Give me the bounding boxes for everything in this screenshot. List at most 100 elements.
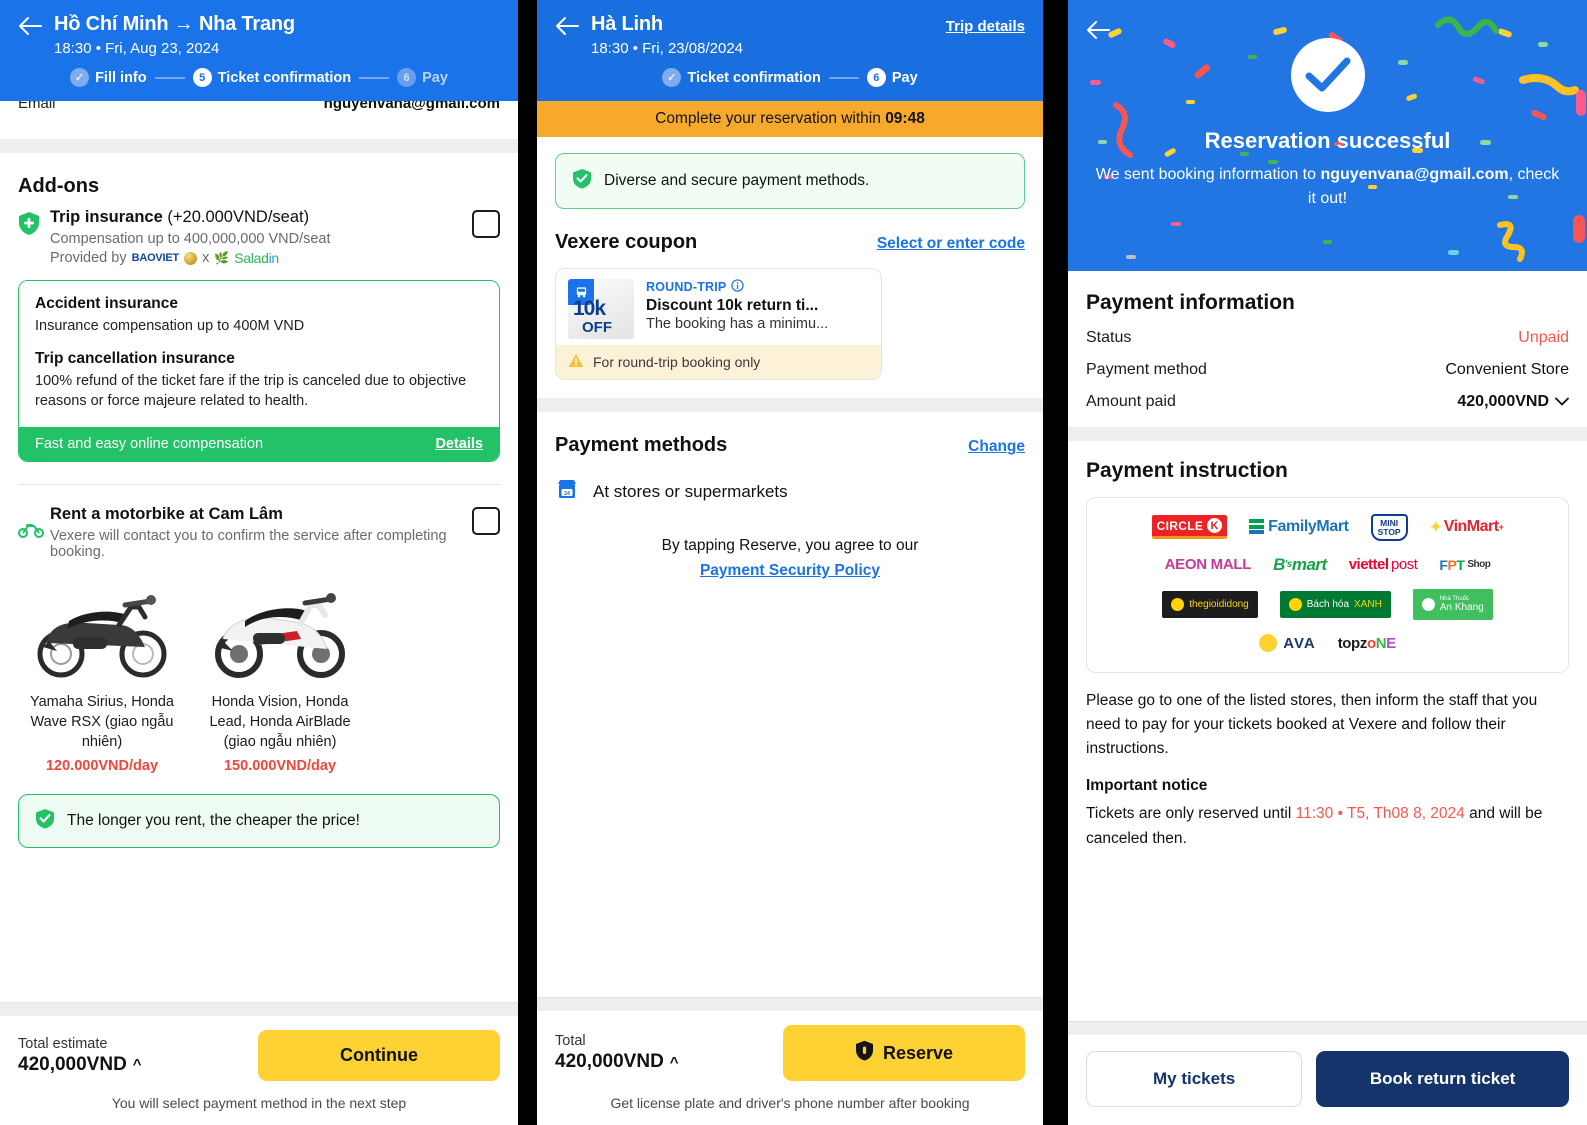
step-pay[interactable]: 6 Pay bbox=[397, 68, 448, 87]
addon-motorbike-rental[interactable]: Rent a motorbike at Cam Lâm Vexere will … bbox=[0, 505, 518, 560]
secure-payment-banner: Diverse and secure payment methods. bbox=[555, 153, 1025, 209]
addon-trip-insurance[interactable]: Trip insurance (+20.000VND/seat) Compens… bbox=[0, 208, 518, 266]
motorbike-option[interactable]: Yamaha Sirius, Honda Wave RSX (giao ngẫu… bbox=[18, 576, 186, 774]
motorbike-option[interactable]: Honda Vision, Honda Lead, Honda AirBlade… bbox=[196, 576, 364, 774]
my-tickets-button[interactable]: My tickets bbox=[1086, 1051, 1303, 1107]
back-button[interactable] bbox=[555, 12, 591, 36]
success-title: Reservation successful bbox=[1204, 128, 1451, 153]
step-3-label: Pay bbox=[422, 69, 448, 86]
selected-payment-method[interactable]: 24 At stores or supermarkets bbox=[537, 457, 1043, 506]
change-payment-method-link[interactable]: Change bbox=[968, 438, 1025, 456]
panel-reservation-success: Reservation successful We sent booking i… bbox=[1068, 0, 1587, 1125]
info-icon[interactable] bbox=[731, 279, 745, 295]
coupon-tag-text: ROUND-TRIP bbox=[646, 280, 727, 294]
back-button[interactable] bbox=[18, 12, 54, 36]
stepper-divider bbox=[154, 76, 185, 79]
coupon-description: The booking has a minimu... bbox=[646, 316, 829, 332]
bachhoaxanh-logo: Bách hóa XANH bbox=[1279, 591, 1391, 619]
notice-deadline: 11:30 • T5, Th08 8, 2024 bbox=[1295, 805, 1465, 823]
topzone-logo: topz o N E bbox=[1337, 634, 1396, 652]
check-shield-icon bbox=[572, 168, 592, 194]
step-3-badge: 6 bbox=[397, 68, 417, 87]
trip-details-link[interactable]: Trip details bbox=[946, 12, 1025, 35]
accident-insurance-text: Insurance compensation up to 400M VND bbox=[35, 318, 305, 334]
total-label: Total bbox=[555, 1033, 586, 1049]
amount-paid-row[interactable]: Amount paid 420,000VND bbox=[1086, 393, 1569, 411]
thegioididong-label: thegioididong bbox=[1189, 599, 1249, 611]
warning-icon bbox=[568, 353, 584, 371]
panel3-body: Payment information Status Unpaid Paymen… bbox=[1068, 271, 1587, 1021]
payment-method-label: Payment method bbox=[1086, 361, 1207, 378]
chevron-down-icon[interactable] bbox=[1555, 393, 1569, 411]
total-estimate-block[interactable]: Total estimate 420,000VND ^ bbox=[18, 1036, 246, 1076]
important-notice-text: Tickets are only reserved until 11:30 • … bbox=[1086, 802, 1569, 850]
payment-method-row: Payment method Convenient Store bbox=[1086, 361, 1569, 379]
insurance-footer-text: Fast and easy online compensation bbox=[35, 436, 264, 452]
provided-by-label: Provided by bbox=[50, 250, 127, 266]
bottom-divider bbox=[537, 998, 1043, 1011]
panel-ticket-confirmation: Hồ Chí Minh → Nha Trang 18:30 • Fri, Aug… bbox=[0, 0, 518, 1125]
select-enter-code-link[interactable]: Select or enter code bbox=[877, 235, 1025, 253]
addon-divider bbox=[18, 484, 500, 485]
panel1-body: Email nguyenvana@gmail.com Add-ons Trip … bbox=[0, 101, 518, 1002]
payment-status-row: Status Unpaid bbox=[1086, 329, 1569, 347]
stepper-divider bbox=[828, 76, 859, 79]
fpt-shop-logo: F P T Shop bbox=[1439, 556, 1491, 573]
step-ticket-confirmation[interactable]: 5 Ticket confirmation bbox=[192, 68, 352, 87]
three-panel-screenshot: Hồ Chí Minh → Nha Trang 18:30 • Fri, Aug… bbox=[0, 0, 1587, 1125]
coupon-tag: ROUND-TRIP bbox=[646, 279, 869, 295]
bottom-divider bbox=[0, 1003, 518, 1016]
status-label: Status bbox=[1086, 329, 1132, 346]
operator-name: Hà Linh bbox=[591, 13, 663, 35]
step-2-badge: 5 bbox=[192, 68, 212, 87]
saladin-logo: Saladin bbox=[234, 250, 279, 266]
ava-logo: AVA bbox=[1259, 634, 1315, 653]
coupon-card[interactable]: 10k OFF ROUND-TRIP Discount 10k return t… bbox=[555, 268, 882, 380]
stepper: ✓ Ticket confirmation 6 Pay bbox=[555, 68, 1025, 87]
chevron-up-icon[interactable]: ^ bbox=[670, 1054, 679, 1071]
cancellation-insurance-text: 100% refund of the ticket fare if the tr… bbox=[35, 373, 467, 409]
panel3-bottom-bar: My tickets Book return ticket bbox=[1068, 1021, 1587, 1125]
addons-heading: Add-ons bbox=[0, 153, 518, 208]
step-fill-info[interactable]: ✓ Fill info bbox=[70, 68, 147, 87]
total-estimate-value-row[interactable]: 420,000VND ^ bbox=[18, 1054, 246, 1076]
trip-insurance-name: Trip insurance bbox=[50, 208, 163, 226]
trip-insurance-title: Trip insurance (+20.000VND/seat) bbox=[50, 208, 462, 227]
coupon-thumbnail: 10k OFF bbox=[568, 279, 634, 339]
back-button[interactable] bbox=[1086, 20, 1110, 45]
reserve-button[interactable]: Reserve bbox=[783, 1025, 1025, 1081]
trip-insurance-checkbox[interactable] bbox=[472, 210, 500, 238]
shield-icon bbox=[18, 208, 50, 241]
step-pay[interactable]: 6 Pay bbox=[866, 68, 918, 87]
total-value-row[interactable]: 420,000VND ^ bbox=[555, 1051, 771, 1073]
payment-information-section: Payment information Status Unpaid Paymen… bbox=[1068, 271, 1587, 427]
bsmart-logo: B's mart bbox=[1273, 554, 1327, 574]
panel-gap-1 bbox=[518, 0, 537, 1125]
rent-price-note: The longer you rent, the cheaper the pri… bbox=[18, 794, 500, 848]
familymart-logo: FamilyMart bbox=[1249, 518, 1349, 536]
section-divider bbox=[0, 139, 518, 153]
svg-text:24: 24 bbox=[564, 491, 570, 497]
payment-security-policy-link[interactable]: Payment Security Policy bbox=[577, 559, 1003, 584]
motorbike-option-name: Honda Vision, Honda Lead, Honda AirBlade… bbox=[209, 694, 351, 750]
step-2-label: Ticket confirmation bbox=[217, 69, 352, 86]
amount-paid-value-group[interactable]: 420,000VND bbox=[1457, 393, 1569, 411]
panel-payment: Hà Linh 18:30 • Fri, 23/08/2024 Trip det… bbox=[537, 0, 1043, 1125]
motorbike-icon bbox=[18, 505, 50, 543]
continue-hint: You will select payment method in the ne… bbox=[111, 1095, 407, 1111]
motorbike-photo-2 bbox=[196, 576, 364, 686]
total-block[interactable]: Total 420,000VND ^ bbox=[555, 1033, 771, 1073]
rent-price-note-text: The longer you rent, the cheaper the pri… bbox=[67, 812, 360, 829]
coupon-section-header: Vexere coupon Select or enter code bbox=[537, 209, 1043, 254]
step-ticket-confirmation[interactable]: ✓ Ticket confirmation bbox=[662, 68, 821, 87]
panel1-header: Hồ Chí Minh → Nha Trang 18:30 • Fri, Aug… bbox=[0, 0, 518, 101]
payment-information-title: Payment information bbox=[1086, 291, 1295, 314]
motorbike-checkbox[interactable] bbox=[472, 507, 500, 535]
motorbike-photo-1 bbox=[18, 576, 186, 686]
continue-button[interactable]: Continue bbox=[258, 1030, 500, 1081]
insurance-details-link[interactable]: Details bbox=[435, 436, 483, 452]
chevron-up-icon[interactable]: ^ bbox=[133, 1056, 142, 1073]
book-return-ticket-button[interactable]: Book return ticket bbox=[1316, 1051, 1569, 1107]
payment-method-name: At stores or supermarkets bbox=[593, 481, 788, 501]
step-1-badge: ✓ bbox=[70, 68, 90, 87]
